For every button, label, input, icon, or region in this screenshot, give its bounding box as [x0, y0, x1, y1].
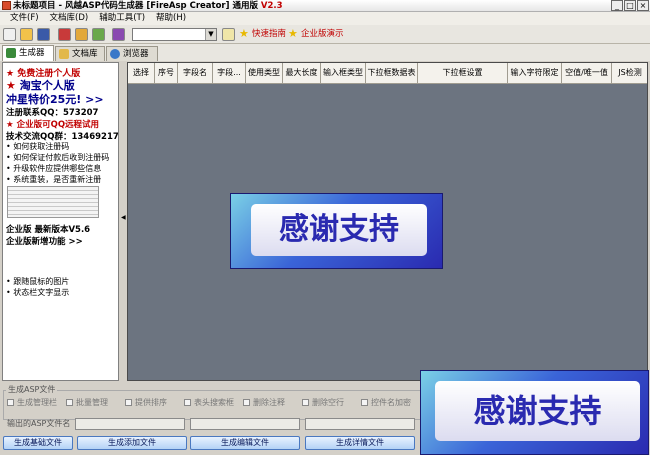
checkbox-label: 表头搜索框 [194, 398, 234, 407]
sidebar-link-get-code[interactable]: • 如何获取注册码 [6, 141, 69, 152]
sidebar-enterprise-features[interactable]: 企业版新增功能 >> [6, 235, 83, 247]
thanks-banner[interactable]: 感谢支持 [230, 193, 443, 269]
checkbox-label: 批量管理 [76, 398, 108, 407]
window-title-text: 未标题项目 - 风越ASP代码生成器 [FireAsp Creator] 通用版 [13, 1, 258, 11]
checkbox-sort[interactable]: 提供排序 [125, 398, 167, 408]
col-dropdown-settings[interactable]: 下拉框设置 [418, 63, 508, 84]
maximize-button[interactable]: □ [624, 0, 636, 11]
star-icon: ★ [239, 27, 249, 40]
database-icon[interactable] [58, 28, 71, 41]
tab-label: 文档库 [72, 49, 98, 59]
open-icon[interactable] [20, 28, 33, 41]
toolbar: ▼ ★ 快速指南 ★ 企业版演示 [0, 25, 650, 44]
thanks-banner-popup[interactable]: 感谢支持 [420, 370, 649, 455]
app-icon [2, 1, 11, 10]
sidebar-link-payment[interactable]: • 如何保证付款后收到注册码 [6, 152, 109, 163]
close-button[interactable]: × [637, 0, 649, 11]
checkbox-label: 删除空行 [312, 398, 344, 407]
gen-add-button[interactable]: 生成添加文件 [77, 436, 187, 450]
sidebar-special-price[interactable]: 冲星特价25元! >> [6, 91, 104, 107]
tab-strip: 生成器 文档库 浏览器 [0, 44, 650, 61]
screenshot-thumbnail[interactable] [7, 186, 99, 218]
generator-icon [6, 48, 16, 58]
sidebar-panel: ★ 免费注册个人版 ★ 淘宝个人版 冲星特价25元! >> 注册联系QQ：573… [2, 62, 119, 381]
output-edit-field[interactable] [305, 418, 415, 430]
sidebar-link-mouse-image[interactable]: • 跟随鼠标的图片 [6, 276, 69, 287]
sidebar-enterprise-trial[interactable]: ★ 企业版可QQ远程试用 [6, 118, 99, 130]
checkbox-label: 控件名加密 [371, 398, 411, 407]
grid-header: 选择 序号 字段名 字段... 使用类型 最大长度 输入框类型 下拉框数据表 下… [128, 63, 647, 84]
sidebar-contact-qq: 注册联系QQ：573207 [6, 108, 99, 118]
preview-icon[interactable] [112, 28, 125, 41]
checkbox-label: 生成管理栏 [17, 398, 57, 407]
new-icon[interactable] [3, 28, 16, 41]
thanks-popup-text: 感谢支持 [435, 381, 640, 441]
gen-detail-button[interactable]: 生成详情文件 [305, 436, 415, 450]
minimize-button[interactable]: _ [611, 0, 623, 11]
sidebar-label: 企业版可QQ远程试用 [16, 120, 100, 130]
col-select[interactable]: 选择 [128, 63, 155, 84]
checkbox-header-search[interactable]: 表头搜索框 [184, 398, 234, 408]
menu-doclib[interactable]: 文档库(D) [50, 12, 100, 25]
sidebar-link-upgrade[interactable]: • 升级软件应提供哪些信息 [6, 163, 101, 174]
menu-bar: 文件(F) 文档库(D) 辅助工具(T) 帮助(H) [0, 12, 650, 25]
col-dropdown-table[interactable]: 下拉框数据表 [366, 63, 418, 84]
checkbox-gen-admin[interactable]: 生成管理栏 [7, 398, 57, 408]
sidebar-link-reinstall[interactable]: • 系统重装，是否重新注册 [6, 174, 101, 185]
tab-doclib[interactable]: 文档库 [55, 46, 105, 61]
col-js-check[interactable]: JS检测 [612, 63, 647, 84]
output-filename-label: 输出的ASP文件名 [7, 419, 71, 428]
project-select[interactable]: ▼ [132, 28, 217, 41]
panel-splitter[interactable]: ◀ [120, 62, 127, 381]
search-icon[interactable] [222, 28, 235, 41]
menu-file[interactable]: 文件(F) [10, 12, 50, 25]
settings-icon[interactable] [92, 28, 105, 41]
checkbox-batch[interactable]: 批量管理 [66, 398, 108, 408]
options-group-title: 生成ASP文件 [6, 385, 58, 394]
menu-help[interactable]: 帮助(H) [156, 12, 197, 25]
col-field-desc[interactable]: 字段... [213, 63, 246, 84]
collapse-arrow-icon[interactable]: ◀ [121, 214, 126, 221]
star-icon: ★ [288, 27, 298, 40]
output-add-field[interactable] [190, 418, 300, 430]
tab-browser[interactable]: 浏览器 [106, 46, 158, 61]
col-null-unique[interactable]: 空值/唯一值 [562, 63, 612, 84]
window-title: 未标题项目 - 风越ASP代码生成器 [FireAsp Creator] 通用版… [13, 0, 283, 12]
tab-label: 浏览器 [123, 49, 149, 59]
col-index[interactable]: 序号 [155, 63, 178, 84]
gen-basic-button[interactable]: 生成基础文件 [3, 436, 73, 450]
col-field-name[interactable]: 字段名 [178, 63, 213, 84]
col-input-limit[interactable]: 输入字符限定 [508, 63, 562, 84]
tab-generator[interactable]: 生成器 [2, 45, 54, 61]
globe-icon [110, 49, 120, 59]
col-use-type[interactable]: 使用类型 [246, 63, 283, 84]
document-icon [59, 49, 69, 59]
sidebar-link-statusbar[interactable]: • 状态栏文字显示 [6, 287, 69, 298]
checkbox-label: 删除注释 [253, 398, 285, 407]
checkbox-label: 提供排序 [135, 398, 167, 407]
folder-icon[interactable] [75, 28, 88, 41]
save-icon[interactable] [37, 28, 50, 41]
checkbox-encrypt[interactable]: 控件名加密 [361, 398, 411, 408]
window-version: V2.3 [260, 1, 283, 11]
enterprise-demo-link[interactable]: 企业版演示 [301, 28, 344, 41]
sidebar-enterprise-version: 企业版 最新版本V5.6 [6, 225, 91, 235]
col-input-type[interactable]: 输入框类型 [321, 63, 366, 84]
menu-tools[interactable]: 辅助工具(T) [99, 12, 156, 25]
tab-label: 生成器 [19, 48, 45, 58]
title-bar: 未标题项目 - 风越ASP代码生成器 [FireAsp Creator] 通用版… [0, 0, 650, 12]
chevron-down-icon[interactable]: ▼ [205, 29, 216, 40]
col-max-length[interactable]: 最大长度 [283, 63, 321, 84]
checkbox-remove-comments[interactable]: 删除注释 [243, 398, 285, 408]
gen-edit-button[interactable]: 生成编辑文件 [190, 436, 300, 450]
thanks-text: 感谢支持 [251, 204, 427, 256]
quick-guide-link[interactable]: 快速指南 [252, 28, 286, 41]
output-basic-field[interactable] [75, 418, 185, 430]
checkbox-remove-blank[interactable]: 删除空行 [302, 398, 344, 408]
